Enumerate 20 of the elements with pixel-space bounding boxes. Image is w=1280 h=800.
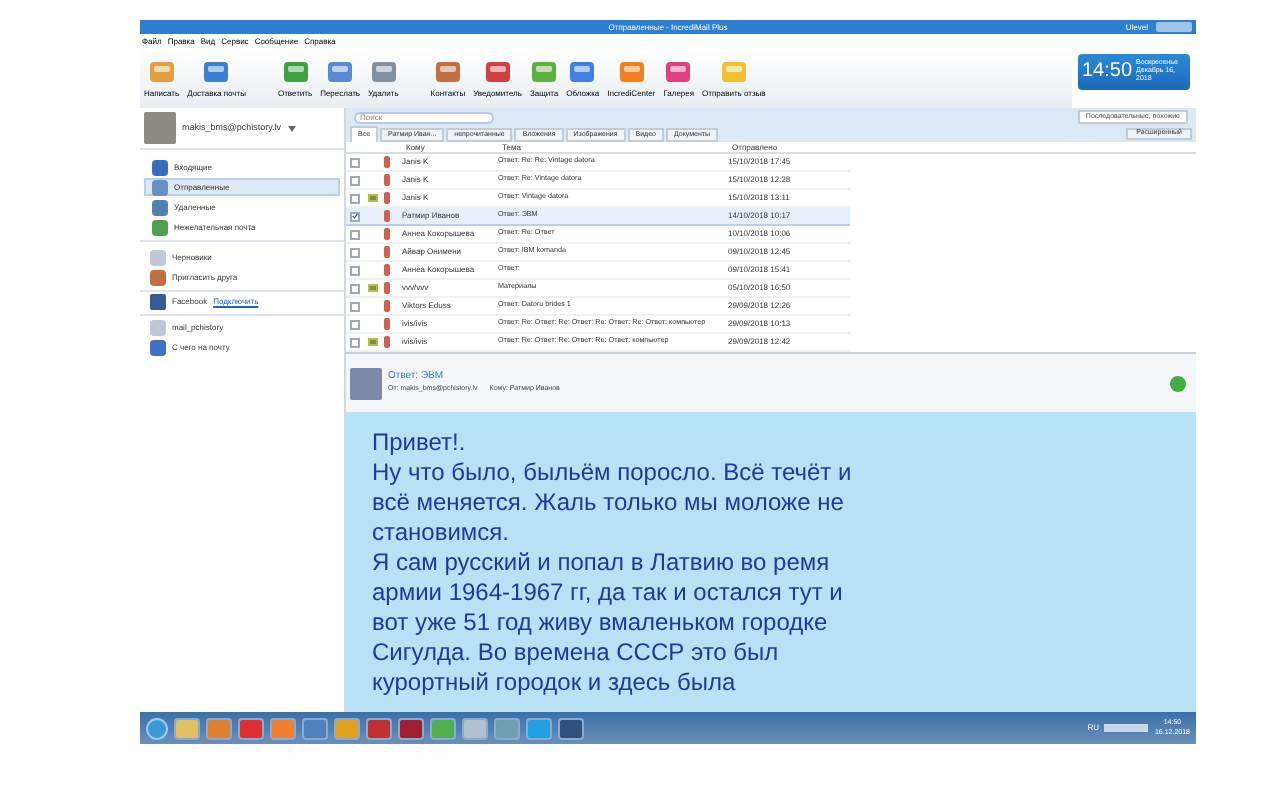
row-checkbox[interactable] (350, 193, 360, 203)
row-checkbox[interactable] (350, 283, 360, 293)
message-paragraph: Я сам русский и попал в Латвию во ремя армии 1964-1967 гг, да так и остался тут и вот уже 51 год живу вмаленьком городке Сигулда. Во времена СССР это был курортный городок и здесь была (372, 548, 845, 698)
row-checkbox[interactable] (350, 175, 360, 185)
sender-avatar (350, 367, 382, 399)
caret-icon (287, 125, 295, 131)
clock-time: 14:50 (1082, 61, 1133, 81)
start-button[interactable] (146, 717, 168, 739)
account-avatar (144, 112, 176, 144)
check-icon (1170, 375, 1186, 391)
row-checkbox[interactable] (350, 265, 360, 275)
row-checkbox[interactable] (350, 229, 360, 239)
row-checkbox[interactable] (350, 247, 360, 257)
message-paragraph: Ну что было, быльём поросло. Всё течёт и всё меняется. Жаль только мы моложе не становимся. (372, 458, 854, 548)
row-checkbox[interactable] (350, 301, 360, 311)
row-checkbox[interactable] (350, 319, 360, 329)
row-checkbox[interactable] (350, 157, 360, 167)
message-paragraph: Привет!. (372, 428, 468, 458)
row-checkbox[interactable] (350, 337, 360, 347)
row-checkbox[interactable] (350, 211, 360, 221)
